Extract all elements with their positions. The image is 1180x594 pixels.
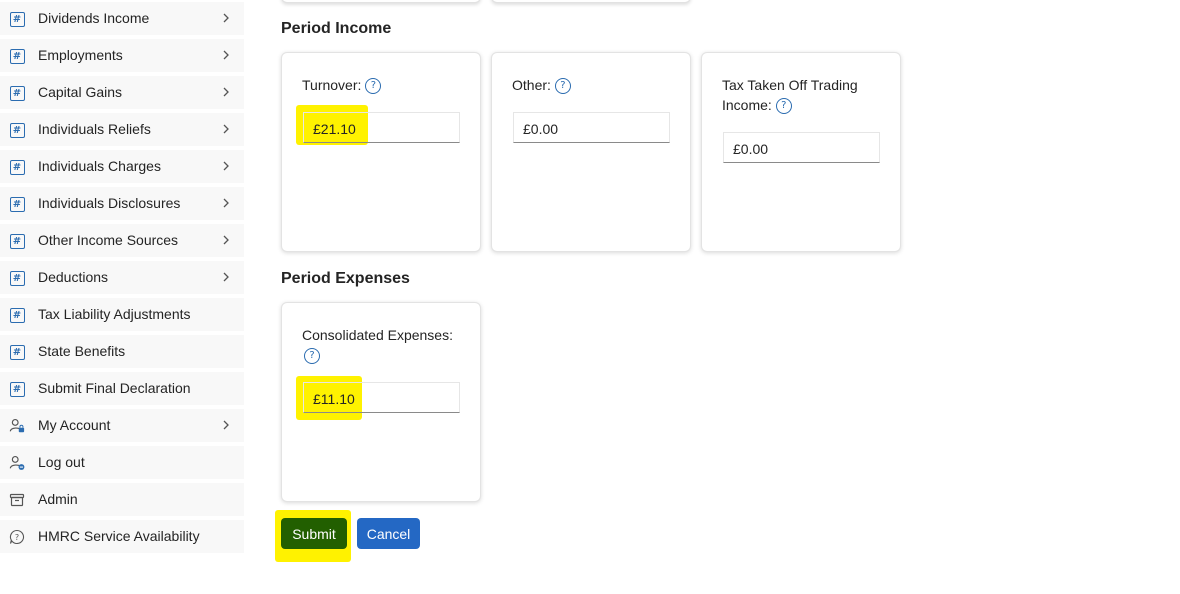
hash-glyph: # [9, 307, 25, 323]
person-minus-icon [9, 455, 25, 471]
hash-icon: # [9, 344, 25, 360]
chevron-right-icon [219, 159, 233, 173]
turnover-card: Turnover:? £21.10 [281, 52, 481, 252]
sidebar-item-label: Log out [38, 454, 85, 470]
sidebar-item-capital-gains[interactable]: # Capital Gains [0, 76, 244, 109]
sidebar-item-individuals-charges[interactable]: # Individuals Charges [0, 150, 244, 183]
card-stub [281, 0, 481, 3]
hash-glyph: # [9, 381, 25, 397]
hash-glyph: # [9, 159, 25, 175]
sidebar-item-submit-final-declaration[interactable]: # Submit Final Declaration [0, 372, 244, 405]
sidebar-item-label: Deductions [38, 269, 109, 285]
sidebar-item-label: Submit Final Declaration [38, 380, 191, 396]
sidebar-item-label: Individuals Reliefs [38, 121, 151, 137]
help-icon[interactable]: ? [365, 78, 382, 95]
sidebar-item-label: Other Income Sources [38, 232, 179, 248]
tax-taken-input[interactable]: £0.00 [723, 132, 880, 163]
hash-icon: # [9, 48, 25, 64]
hash-icon: # [9, 85, 25, 101]
tax-taken-label: Tax Taken Off Trading Income:? [722, 77, 858, 115]
hash-icon: # [9, 233, 25, 249]
help-icon[interactable]: ? [775, 98, 792, 115]
consolidated-expenses-label: Consolidated Expenses: ? [302, 325, 453, 365]
consolidated-expenses-input[interactable]: £11.10 [303, 382, 460, 413]
period-expenses-heading: Period Expenses [281, 270, 410, 287]
sidebar-item-label: HMRC Service Availability [38, 528, 200, 544]
hash-glyph: # [9, 344, 25, 360]
sidebar-item-other-income-sources[interactable]: # Other Income Sources [0, 224, 244, 257]
chevron-right-icon [219, 122, 233, 136]
sidebar-item-admin[interactable]: Admin [0, 483, 244, 516]
chevron-right-icon [219, 11, 233, 25]
chevron-right-icon [219, 270, 233, 284]
turnover-input[interactable]: £21.10 [303, 112, 460, 143]
other-card: Other:? £0.00 [491, 52, 691, 252]
hash-icon: # [9, 11, 25, 27]
chevron-right-icon [219, 196, 233, 210]
hash-glyph: # [9, 270, 25, 286]
help-icon[interactable]: ? [304, 348, 320, 365]
hash-glyph: # [9, 11, 25, 27]
other-input[interactable]: £0.00 [513, 112, 670, 143]
sidebar-item-tax-liability-adjustments[interactable]: # Tax Liability Adjustments [0, 298, 244, 331]
hash-glyph: # [9, 196, 25, 212]
sidebar-item-label: Capital Gains [38, 84, 123, 100]
chat-help-icon: ? [9, 529, 25, 545]
sidebar-item-label: Individuals Disclosures [38, 195, 181, 211]
hash-glyph: # [9, 233, 25, 249]
consolidated-expenses-card: Consolidated Expenses: ? £11.10 [281, 302, 481, 502]
sidebar-item-my-account[interactable]: My Account [0, 409, 244, 442]
sidebar-item-individuals-reliefs[interactable]: # Individuals Reliefs [0, 113, 244, 146]
help-icon[interactable]: ? [554, 78, 571, 95]
hash-glyph: # [9, 48, 25, 64]
person-lock-icon [9, 418, 25, 434]
hash-icon: # [9, 270, 25, 286]
sidebar-item-label: Employments [38, 47, 123, 63]
sidebar-item-label: Admin [38, 491, 78, 507]
chevron-right-icon [219, 48, 233, 62]
sidebar-item-state-benefits[interactable]: # State Benefits [0, 335, 244, 368]
sidebar-item-label: My Account [38, 417, 111, 433]
sidebar-item-log-out[interactable]: Log out [0, 446, 244, 479]
cancel-button[interactable]: Cancel [357, 518, 420, 549]
hash-icon: # [9, 159, 25, 175]
sidebar-item-label: State Benefits [38, 343, 126, 359]
hash-icon: # [9, 307, 25, 323]
chevron-right-icon [219, 85, 233, 99]
period-income-heading: Period Income [281, 20, 392, 37]
hash-icon: # [9, 196, 25, 212]
hash-icon: # [9, 122, 25, 138]
sidebar-item-dividends-income[interactable]: # Dividends Income [0, 2, 244, 35]
svg-text:?: ? [15, 533, 19, 542]
sidebar-item-employments[interactable]: # Employments [0, 39, 244, 72]
sidebar-item-deductions[interactable]: # Deductions [0, 261, 244, 294]
sidebar-item-label: Dividends Income [38, 10, 150, 26]
tax-taken-card: Tax Taken Off Trading Income:? £0.00 [701, 52, 901, 252]
sidebar-item-hmrc-service-availability[interactable]: ? HMRC Service Availability [0, 520, 244, 553]
chevron-right-icon [219, 233, 233, 247]
sidebar-item-label: Tax Liability Adjustments [38, 306, 191, 322]
submit-button[interactable]: Submit [281, 518, 347, 549]
turnover-label: Turnover:? [302, 75, 382, 95]
hash-icon: # [9, 381, 25, 397]
chevron-right-icon [219, 418, 233, 432]
hash-glyph: # [9, 122, 25, 138]
hash-glyph: # [9, 85, 25, 101]
other-label: Other:? [512, 75, 571, 95]
archive-icon [9, 492, 25, 508]
card-stub [491, 0, 691, 3]
sidebar-item-individuals-disclosures[interactable]: # Individuals Disclosures [0, 187, 244, 220]
sidebar-item-label: Individuals Charges [38, 158, 161, 174]
